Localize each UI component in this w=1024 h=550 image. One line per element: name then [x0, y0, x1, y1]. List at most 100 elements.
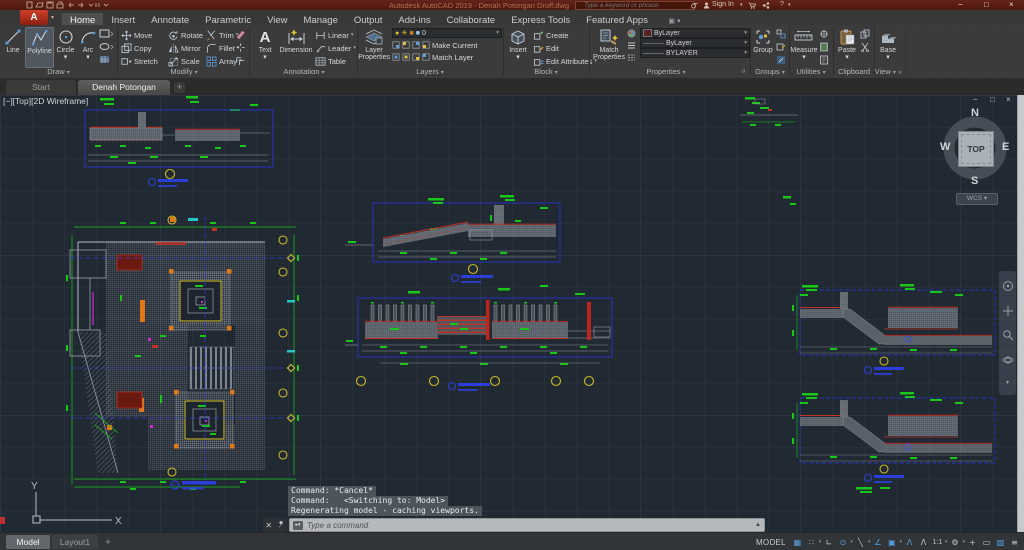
wcs-menu[interactable]: WCS ▾	[956, 193, 998, 205]
linear-button[interactable]: Linear ▾	[315, 29, 354, 41]
polar-caret-icon[interactable]: ▾	[850, 539, 853, 545]
layer-off-icon[interactable]	[422, 41, 430, 49]
group-edit-icon[interactable]	[776, 42, 786, 52]
utilities-extra-tools[interactable]	[819, 29, 829, 65]
cut-icon[interactable]	[860, 42, 870, 52]
application-menu-button[interactable]: A	[20, 10, 48, 25]
annotation-visibility-toggle[interactable]: Λ	[903, 538, 916, 547]
minimize-button[interactable]: −	[958, 0, 963, 10]
ortho-toggle[interactable]: ∟	[822, 538, 835, 547]
clipboard-panel-title[interactable]: Clipboard	[834, 66, 874, 77]
block-panel-title[interactable]: Block ▾	[505, 66, 587, 77]
zoom-icon[interactable]	[1002, 329, 1014, 341]
command-history-up-icon[interactable]: ▲	[755, 522, 761, 528]
isodraft-caret-icon[interactable]: ▾	[868, 539, 871, 545]
quick-calc-icon[interactable]	[819, 42, 829, 52]
annotation-panel-title[interactable]: Annotation ▾	[251, 66, 357, 77]
grid-toggle[interactable]: ▦	[791, 538, 804, 547]
command-tools[interactable]: ✕	[263, 518, 287, 532]
lineweight-select[interactable]: ——— ByLayer ▾	[640, 38, 750, 48]
drawing-canvas[interactable]: Y X [−][Top][2D Wireframe] − □ × N W E S…	[0, 95, 1024, 532]
move-button[interactable]: Move	[121, 29, 152, 41]
vertical-scrollbar[interactable]	[1017, 95, 1024, 532]
groups-extra-tools[interactable]	[776, 29, 786, 65]
viewcube-north[interactable]: N	[971, 107, 979, 119]
layer-color-icon[interactable]: ■	[416, 30, 420, 37]
edit-block-button[interactable]: Edit	[533, 42, 559, 54]
properties-dialog-launcher-icon[interactable]: ¤	[742, 69, 745, 75]
mirror-button[interactable]: Mirror	[168, 42, 201, 54]
layer-thaw-icon[interactable]: ☀	[401, 29, 407, 37]
layer-freeze-icon[interactable]	[412, 41, 420, 49]
ellipse-icon[interactable]	[99, 41, 115, 52]
base-button[interactable]: Base ▾	[877, 27, 899, 66]
layer-on-icon[interactable]: ●	[395, 30, 399, 37]
search-input[interactable]	[575, 1, 695, 10]
help-caret-icon[interactable]: ▾	[788, 2, 791, 8]
help-icon[interactable]: ?	[780, 1, 784, 8]
pan-icon[interactable]	[1002, 305, 1014, 317]
viewcube-top-face[interactable]: TOP	[958, 131, 994, 167]
linetype-select[interactable]: ——— BYLAYER ▾	[640, 48, 750, 58]
viewcube[interactable]: N W E S TOP WCS ▾	[938, 103, 1014, 207]
command-badge-icon[interactable]: ▸▾	[293, 520, 303, 530]
viewport-controls-label[interactable]: [−][Top][2D Wireframe]	[3, 96, 88, 106]
offset-icon[interactable]	[235, 55, 246, 66]
explode-icon[interactable]	[235, 42, 246, 53]
properties-extra-tools[interactable]	[627, 29, 636, 62]
a360-share-icon[interactable]	[762, 2, 770, 9]
new-drawing-tab-button[interactable]: +	[174, 82, 185, 93]
command-wrench-icon[interactable]	[277, 521, 285, 529]
graphics-performance-toggle[interactable]: ▨	[994, 538, 1007, 547]
new-layout-button[interactable]: +	[102, 536, 114, 548]
clean-screen-toggle[interactable]: ≡	[1008, 538, 1021, 547]
layout1-tab[interactable]: Layout1	[52, 535, 98, 549]
create-block-button[interactable]: Create	[533, 29, 569, 41]
insert-button[interactable]: Insert ▾	[506, 27, 530, 66]
maximize-button[interactable]: □	[984, 0, 989, 10]
navbar-more-icon[interactable]: ▾	[1006, 379, 1009, 386]
search-binoculars-icon[interactable]	[691, 2, 700, 9]
snap-caret-icon[interactable]: ▾	[819, 539, 822, 545]
quick-access-toolbar[interactable]	[26, 1, 176, 9]
draw-panel-title[interactable]: Draw ▾	[0, 66, 117, 77]
polar-toggle[interactable]: ⊙	[836, 538, 849, 547]
orbit-icon[interactable]	[1001, 354, 1014, 366]
annotation-scale-caret-icon[interactable]: ▾	[945, 539, 948, 545]
command-close-icon[interactable]: ✕	[265, 521, 272, 530]
command-input[interactable]: ▸▾ Type a command ▲	[289, 518, 765, 532]
sign-in-caret-icon[interactable]: ▾	[740, 2, 743, 8]
layer-isolate-icon[interactable]	[392, 53, 400, 61]
layer-walk-icon[interactable]	[412, 53, 420, 61]
quick-properties-toggle[interactable]: ▭	[980, 538, 993, 547]
view-panel-title[interactable]: View ▾ »	[872, 66, 904, 77]
workspace-switching-button[interactable]: ⚙	[948, 538, 961, 547]
modify-extra-tools[interactable]	[235, 29, 246, 66]
group-button[interactable]: Group	[752, 27, 774, 66]
osnap-caret-icon[interactable]: ▾	[899, 539, 902, 545]
viewcube-west[interactable]: W	[940, 141, 950, 153]
circle-button[interactable]: Circle ▾	[54, 27, 77, 66]
utilities-panel-title[interactable]: Utilities ▾	[790, 66, 832, 77]
ungroup-icon[interactable]	[776, 29, 786, 39]
arc-button[interactable]: Arc ▾	[79, 27, 97, 66]
workspace-caret-icon[interactable]: ▾	[962, 539, 965, 545]
color-select[interactable]: ByLayer ▾	[640, 28, 750, 38]
paste-button[interactable]: Paste ▾	[836, 27, 858, 66]
layer-unisolate-icon[interactable]	[402, 53, 410, 61]
annotation-monitor-toggle[interactable]: +	[966, 538, 979, 547]
layer-lock-icon[interactable]: ■	[410, 30, 414, 37]
trim-button[interactable]: Trim ▾	[206, 29, 238, 41]
line-button[interactable]: Line	[2, 27, 24, 66]
erase-icon[interactable]	[235, 29, 246, 40]
list-icon[interactable]	[819, 55, 829, 65]
group-selection-icon[interactable]	[776, 55, 786, 65]
file-tab-active[interactable]: Denah Potongan Droff*×	[78, 80, 170, 107]
close-button[interactable]: ×	[1009, 0, 1014, 10]
annotation-autoscale-toggle[interactable]: Λ	[917, 538, 930, 547]
modify-panel-title[interactable]: Modify ▾	[119, 66, 249, 77]
sign-in-button[interactable]: Sign In	[712, 1, 734, 8]
layers-panel-title[interactable]: Layers ▾	[359, 66, 501, 77]
application-menu-caret-icon[interactable]: ▾	[51, 14, 54, 21]
match-properties-button[interactable]: Match Properties	[593, 27, 625, 66]
